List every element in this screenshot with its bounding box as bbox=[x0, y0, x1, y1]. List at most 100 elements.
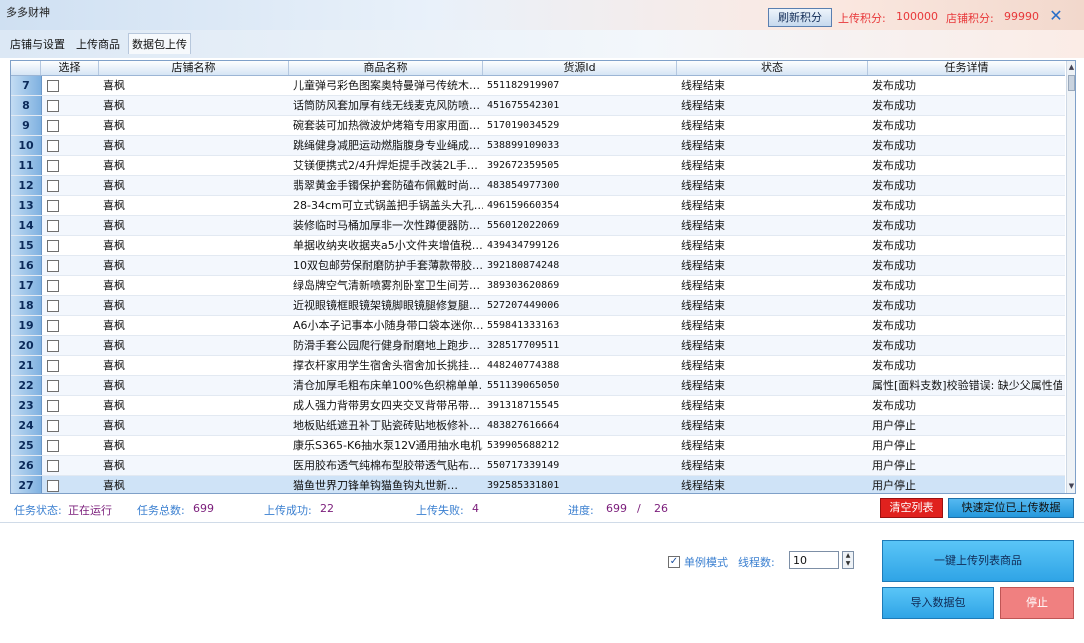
status-cell: 线程结束 bbox=[681, 259, 725, 272]
row-number[interactable]: 8 bbox=[11, 96, 42, 115]
row-select-checkbox[interactable] bbox=[47, 360, 59, 372]
header-task-detail[interactable]: 任务详情 bbox=[868, 61, 1065, 75]
row-select-checkbox[interactable] bbox=[47, 120, 59, 132]
table-row[interactable]: 20 喜枫 防滑手套公园爬行健身耐磨地上跑步… 328517709511 线程结束 发布成… bbox=[11, 336, 1065, 356]
product-name-cell: 10双包邮劳保耐磨防护手套薄款带胶… bbox=[293, 259, 483, 272]
table-row[interactable]: 15 喜枫 单据收纳夹收据夹a5小文件夹增值税… 439434799126 线程结束 发布… bbox=[11, 236, 1065, 256]
shop-name-cell: 喜枫 bbox=[103, 99, 125, 112]
product-name-cell: 撑衣杆家用学生宿舍头宿舍加长挑挂… bbox=[293, 359, 480, 372]
row-number[interactable]: 9 bbox=[11, 116, 42, 135]
upload-all-button[interactable]: 一键上传列表商品 bbox=[882, 540, 1074, 582]
table-row[interactable]: 17 喜枫 绿岛牌空气清新喷雾剂卧室卫生间芳… 389303620869 线程结束 发布成… bbox=[11, 276, 1065, 296]
header-source-id[interactable]: 货源Id bbox=[483, 61, 677, 75]
import-package-button[interactable]: 导入数据包 bbox=[882, 587, 994, 619]
row-number[interactable]: 26 bbox=[11, 456, 42, 475]
row-number[interactable]: 24 bbox=[11, 416, 42, 435]
clear-list-button[interactable]: 清空列表 bbox=[880, 498, 943, 518]
table-row[interactable]: 19 喜枫 A6小本子记事本小随身带口袋本迷你… 559841333163 线程结束 发布… bbox=[11, 316, 1065, 336]
table-row[interactable]: 27 喜枫 猫鱼世界刀锋单钩猫鱼钩丸世新… 392585331801 线程结束 用户停止 bbox=[11, 476, 1065, 493]
row-select-checkbox[interactable] bbox=[47, 220, 59, 232]
row-select-checkbox[interactable] bbox=[47, 380, 59, 392]
row-select-checkbox[interactable] bbox=[47, 80, 59, 92]
row-number[interactable]: 23 bbox=[11, 396, 42, 415]
row-number[interactable]: 11 bbox=[11, 156, 42, 175]
table-row[interactable]: 22 喜枫 清仓加厚毛粗布床单100%色织棉单单… 551139065050 线程结束 属… bbox=[11, 376, 1065, 396]
row-number[interactable]: 10 bbox=[11, 136, 42, 155]
tab-upload-products[interactable]: 上传商品 bbox=[76, 36, 120, 52]
close-icon[interactable]: ✕ bbox=[1046, 6, 1066, 26]
table-row[interactable]: 10 喜枫 跳绳健身减肥运动燃脂腹身专业绳成… 538899109033 线程结束 发布成… bbox=[11, 136, 1065, 156]
spin-down-icon[interactable]: ▼ bbox=[843, 560, 853, 568]
thread-count-stepper[interactable]: ▲ ▼ bbox=[842, 551, 854, 569]
row-select-checkbox[interactable] bbox=[47, 340, 59, 352]
table-row[interactable]: 23 喜枫 成人强力背带男女四夹交叉背带吊带… 391318715545 线程结束 发布成… bbox=[11, 396, 1065, 416]
row-select-checkbox[interactable] bbox=[47, 420, 59, 432]
row-select-checkbox[interactable] bbox=[47, 100, 59, 112]
table-row[interactable]: 11 喜枫 艾镁便携式2/4升焊炬提手改装2L手… 392672359505 线程结束 发… bbox=[11, 156, 1065, 176]
row-number[interactable]: 13 bbox=[11, 196, 42, 215]
row-select-checkbox[interactable] bbox=[47, 240, 59, 252]
shop-name-cell: 喜枫 bbox=[103, 339, 125, 352]
row-number[interactable]: 18 bbox=[11, 296, 42, 315]
table-row[interactable]: 8 喜枫 话筒防风套加厚有线无线麦克风防喷… 451675542301 线程结束 发布成功 bbox=[11, 96, 1065, 116]
table-row[interactable]: 9 喜枫 碗套装可加热微波炉烤箱专用家用面… 517019034529 线程结束 发布成功 bbox=[11, 116, 1065, 136]
locate-uploaded-button[interactable]: 快速定位已上传数据 bbox=[948, 498, 1074, 518]
grid-scrollbar[interactable]: ▲ ▼ bbox=[1066, 61, 1075, 493]
header-product-name[interactable]: 商品名称 bbox=[289, 61, 483, 75]
row-select-checkbox[interactable] bbox=[47, 300, 59, 312]
header-shop-name[interactable]: 店铺名称 bbox=[99, 61, 289, 75]
shop-name-cell: 喜枫 bbox=[103, 359, 125, 372]
task-detail-cell: 发布成功 bbox=[872, 79, 916, 92]
row-select-checkbox[interactable] bbox=[47, 260, 59, 272]
source-id-cell: 451675542301 bbox=[487, 100, 560, 111]
row-select-checkbox[interactable] bbox=[47, 180, 59, 192]
status-cell: 线程结束 bbox=[681, 439, 725, 452]
scroll-thumb[interactable] bbox=[1068, 75, 1075, 91]
row-number[interactable]: 16 bbox=[11, 256, 42, 275]
row-number[interactable]: 15 bbox=[11, 236, 42, 255]
tab-package-upload[interactable]: 数据包上传 bbox=[128, 33, 191, 54]
row-number[interactable]: 7 bbox=[11, 76, 42, 95]
row-number[interactable]: 17 bbox=[11, 276, 42, 295]
header-select[interactable]: 选择 bbox=[41, 61, 99, 75]
table-row[interactable]: 24 喜枫 地板贴纸遮丑补丁贴瓷砖贴地板修补… 483827616664 线程结束 用户停… bbox=[11, 416, 1065, 436]
tab-shop-settings[interactable]: 店铺与设置 bbox=[10, 36, 65, 52]
table-row[interactable]: 7 喜枫 儿童弹弓彩色图案奥特曼弹弓传统木… 551182919907 线程结束 发布成功 bbox=[11, 76, 1065, 96]
row-select-checkbox[interactable] bbox=[47, 320, 59, 332]
row-number[interactable]: 27 bbox=[11, 476, 42, 493]
single-mode-checkbox[interactable]: ✓ bbox=[668, 556, 680, 568]
row-select-checkbox[interactable] bbox=[47, 140, 59, 152]
row-number[interactable]: 22 bbox=[11, 376, 42, 395]
row-select-checkbox[interactable] bbox=[47, 440, 59, 452]
refresh-points-button[interactable]: 刷新积分 bbox=[768, 8, 832, 27]
table-row[interactable]: 18 喜枫 近视眼镜框眼镜架镜脚眼镜腿修复腿… 527207449006 线程结束 发布成… bbox=[11, 296, 1065, 316]
thread-count-input[interactable]: 10 bbox=[789, 551, 839, 569]
table-row[interactable]: 21 喜枫 撑衣杆家用学生宿舍头宿舍加长挑挂… 448240774388 线程结束 发布成… bbox=[11, 356, 1065, 376]
row-select-checkbox[interactable] bbox=[47, 160, 59, 172]
row-select-checkbox[interactable] bbox=[47, 400, 59, 412]
table-row[interactable]: 16 喜枫 10双包邮劳保耐磨防护手套薄款带胶… 392180874248 线程结束 发布… bbox=[11, 256, 1065, 276]
row-number[interactable]: 14 bbox=[11, 216, 42, 235]
row-number[interactable]: 12 bbox=[11, 176, 42, 195]
table-row[interactable]: 26 喜枫 医用胶布透气纯棉布型胶带透气贴布… 550717339149 线程结束 用户停… bbox=[11, 456, 1065, 476]
row-select-checkbox[interactable] bbox=[47, 460, 59, 472]
row-select-checkbox[interactable] bbox=[47, 200, 59, 212]
row-number[interactable]: 21 bbox=[11, 356, 42, 375]
table-row[interactable]: 13 喜枫 28-34cm可立式锅盖把手锅盖头大孔… 496159660354 线程结束… bbox=[11, 196, 1065, 216]
row-select-checkbox[interactable] bbox=[47, 480, 59, 492]
scroll-up-icon[interactable]: ▲ bbox=[1068, 62, 1075, 72]
row-number[interactable]: 19 bbox=[11, 316, 42, 335]
table-row[interactable]: 25 喜枫 康乐S365-K6抽水泵12V通用抽水电机… 539905688212 线程… bbox=[11, 436, 1065, 456]
task-detail-cell: 属性[面料支数]校验错误: 缺少父属性值 bbox=[872, 379, 1062, 392]
row-number[interactable]: 25 bbox=[11, 436, 42, 455]
row-select-checkbox[interactable] bbox=[47, 280, 59, 292]
spin-up-icon[interactable]: ▲ bbox=[843, 552, 853, 560]
row-number[interactable]: 20 bbox=[11, 336, 42, 355]
shop-name-cell: 喜枫 bbox=[103, 219, 125, 232]
scroll-down-icon[interactable]: ▼ bbox=[1068, 481, 1075, 491]
stop-button[interactable]: 停止 bbox=[1000, 587, 1074, 619]
task-grid[interactable]: 选择 店铺名称 商品名称 货源Id 状态 任务详情 7 喜枫 儿童弹弓彩色图案奥特曼… bbox=[10, 60, 1076, 494]
header-status[interactable]: 状态 bbox=[677, 61, 868, 75]
table-row[interactable]: 12 喜枫 翡翠黄金手镯保护套防磕布佩戴时尚… 483854977300 线程结束 发布成… bbox=[11, 176, 1065, 196]
table-row[interactable]: 14 喜枫 装修临时马桶加厚非一次性蹲便器防… 556012022069 线程结束 发布成… bbox=[11, 216, 1065, 236]
